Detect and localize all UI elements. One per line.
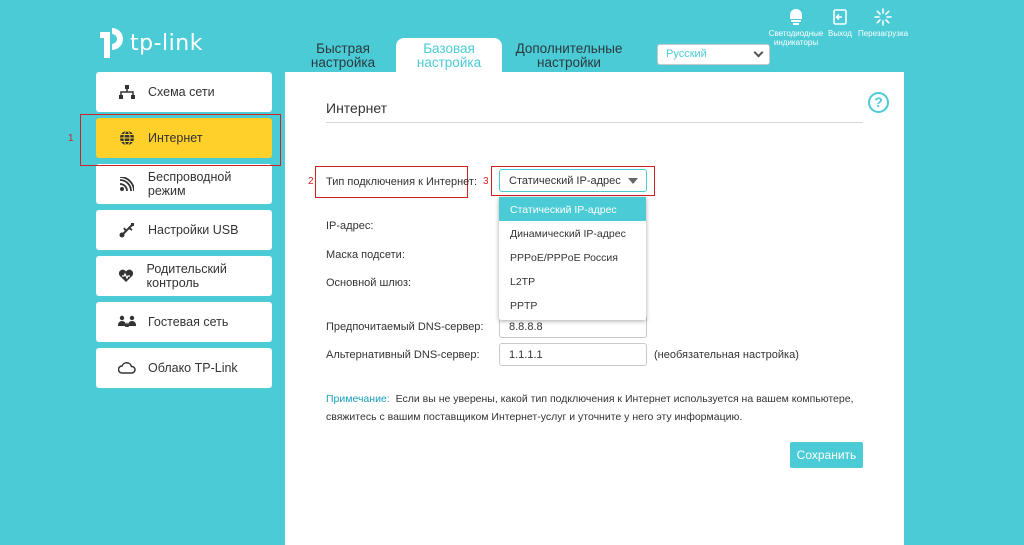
language-select[interactable]: Русский <box>657 44 770 65</box>
connection-type-value: Статический IP-адрес <box>509 175 621 187</box>
dropdown-option-pptp[interactable]: PPTP <box>499 293 646 317</box>
dropdown-arrow-icon <box>628 178 638 184</box>
sidebar-item-wireless[interactable]: Беспроводной режим <box>96 164 272 204</box>
connection-type-select[interactable]: Статический IP-адрес <box>499 169 647 192</box>
tp-link-logo-icon <box>100 28 123 58</box>
reboot-icon <box>874 8 892 26</box>
dropdown-option-static[interactable]: Статический IP-адрес <box>499 197 646 221</box>
sidebar-item-usb[interactable]: Настройки USB <box>96 210 272 250</box>
dropdown-option-pppoe[interactable]: PPPoE/PPPoE Россия <box>499 245 646 269</box>
title-divider <box>326 122 863 123</box>
top-tabs: Быстрая настройка Базовая настройка Допо… <box>290 38 636 72</box>
led-label: Светодиодные индикаторы <box>768 29 824 47</box>
cloud-icon <box>118 359 136 377</box>
bulb-icon <box>790 9 802 25</box>
dns2-label: Альтернативный DNS-сервер: <box>326 349 480 361</box>
logout-icon <box>833 9 847 25</box>
network-map-icon <box>118 83 136 101</box>
reboot-button[interactable]: Перезагрузка <box>858 8 908 38</box>
dns1-label: Предпочитаемый DNS-сервер: <box>326 321 484 333</box>
tab-basic[interactable]: Базовая настройка <box>396 38 502 72</box>
sidebar-item-label: Гостевая сеть <box>148 315 229 329</box>
annotation-box-1 <box>80 114 281 166</box>
dns2-input[interactable]: 1.1.1.1 <box>499 343 647 366</box>
sidebar-item-guest-network[interactable]: Гостевая сеть <box>96 302 272 342</box>
logout-button[interactable]: Выход <box>823 8 857 38</box>
annotation-marker-2: 2 <box>308 176 314 187</box>
wireless-icon <box>118 175 136 193</box>
sidebar-item-label: Схема сети <box>148 85 215 99</box>
main-panel: Интернет ? 2 Тип подключения к Интернет:… <box>285 72 904 545</box>
gateway-label: Основной шлюз: <box>326 277 412 289</box>
brand-name: tp-link <box>130 30 203 56</box>
chevron-down-icon <box>753 47 764 58</box>
page-title: Интернет <box>326 100 388 116</box>
sidebar-item-label: Облако TP-Link <box>148 361 238 375</box>
connection-type-dropdown: Статический IP-адрес Динамический IP-адр… <box>499 197 646 320</box>
sidebar-item-cloud[interactable]: Облако TP-Link <box>96 348 272 388</box>
sidebar-item-label: Родительский контроль <box>146 262 227 290</box>
language-value: Русский <box>666 48 707 60</box>
sidebar-item-label: Беспроводной режим <box>147 170 232 198</box>
reboot-label: Перезагрузка <box>857 29 909 38</box>
help-icon[interactable]: ? <box>868 92 889 113</box>
heart-icon <box>118 267 135 285</box>
logout-label: Выход <box>828 29 852 38</box>
annotation-marker-1: 1 <box>68 133 74 144</box>
led-button[interactable]: Светодиодные индикаторы <box>769 8 823 47</box>
ip-label: IP-адрес: <box>326 220 374 232</box>
dropdown-option-l2tp[interactable]: L2TP <box>499 269 646 293</box>
save-button[interactable]: Сохранить <box>790 442 863 468</box>
mask-label: Маска подсети: <box>326 249 405 261</box>
guest-icon <box>118 313 136 331</box>
sidebar-item-parental-control[interactable]: Родительский контроль <box>96 256 272 296</box>
sidebar-item-label: Настройки USB <box>148 223 239 237</box>
sidebar-item-network-map[interactable]: Схема сети <box>96 72 272 112</box>
usb-icon <box>118 221 136 239</box>
connection-type-label: Тип подключения к Интернет: <box>326 176 478 188</box>
tab-advanced[interactable]: Дополнительные настройки <box>502 38 636 72</box>
note-label: Примечание: <box>326 393 390 405</box>
annotation-marker-3: 3 <box>483 176 489 187</box>
note-text: Если вы не уверены, какой тип подключени… <box>326 393 854 423</box>
dropdown-option-dynamic[interactable]: Динамический IP-адрес <box>499 221 646 245</box>
optional-note: (необязательная настройка) <box>654 349 799 361</box>
note-block: Примечание: Если вы не уверены, какой ти… <box>326 390 871 426</box>
tp-link-logo: tp-link <box>96 24 203 62</box>
tab-quick-setup[interactable]: Быстрая настройка <box>290 38 396 72</box>
